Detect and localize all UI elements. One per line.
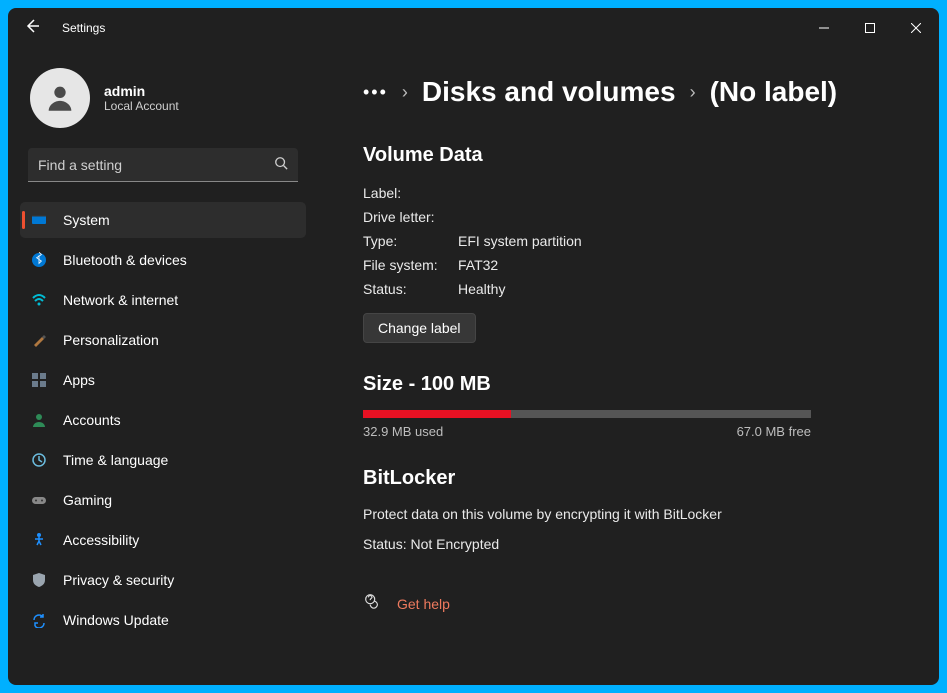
fs-value: FAT32	[458, 257, 909, 273]
user-text: admin Local Account	[104, 83, 179, 113]
nav-item-accessibility[interactable]: Accessibility	[20, 522, 306, 558]
window-controls	[801, 12, 939, 44]
personalization-icon	[30, 331, 48, 349]
user-subtitle: Local Account	[104, 99, 179, 113]
settings-window: Settings admin Local Account	[8, 8, 939, 685]
volume-data-heading: Volume Data	[363, 144, 909, 167]
bitlocker-heading: BitLocker	[363, 467, 909, 490]
nav-item-apps[interactable]: Apps	[20, 362, 306, 398]
chevron-right-icon: ›	[690, 82, 696, 103]
user-name: admin	[104, 83, 179, 99]
nav-item-personalization[interactable]: Personalization	[20, 322, 306, 358]
update-icon	[30, 611, 48, 629]
back-button[interactable]	[24, 18, 40, 38]
search-row	[28, 148, 298, 182]
minimize-button[interactable]	[801, 12, 847, 44]
nav-label: Time & language	[63, 452, 168, 468]
search-icon	[274, 156, 288, 175]
nav-label: System	[63, 212, 110, 228]
usage-bar-fill	[363, 410, 511, 418]
nav-item-accounts[interactable]: Accounts	[20, 402, 306, 438]
volume-data-list: Label: Drive letter: Type: EFI system pa…	[363, 185, 909, 297]
usage-bar	[363, 410, 811, 418]
status-value: Healthy	[458, 281, 909, 297]
fs-key: File system:	[363, 257, 458, 273]
type-key: Type:	[363, 233, 458, 249]
nav-label: Privacy & security	[63, 572, 174, 588]
nav-label: Accessibility	[63, 532, 139, 548]
privacy-icon	[30, 571, 48, 589]
change-label-button[interactable]: Change label	[363, 313, 476, 343]
search-input[interactable]	[28, 148, 298, 182]
breadcrumb-ellipsis[interactable]: •••	[363, 82, 388, 103]
nav-item-time[interactable]: Time & language	[20, 442, 306, 478]
help-icon	[363, 592, 381, 615]
avatar	[30, 68, 90, 128]
used-label: 32.9 MB used	[363, 424, 443, 439]
nav-label: Personalization	[63, 332, 159, 348]
nav-item-privacy[interactable]: Privacy & security	[20, 562, 306, 598]
bitlocker-desc: Protect data on this volume by encryptin…	[363, 506, 909, 522]
accessibility-icon	[30, 531, 48, 549]
size-heading: Size - 100 MB	[363, 373, 909, 396]
nav-label: Apps	[63, 372, 95, 388]
body: admin Local Account System Bluetooth & d…	[8, 48, 939, 685]
help-row[interactable]: Get help	[363, 592, 909, 615]
nav-item-system[interactable]: System	[20, 202, 306, 238]
user-block[interactable]: admin Local Account	[30, 68, 306, 128]
nav-list: System Bluetooth & devices Network & int…	[20, 202, 306, 638]
nav-item-update[interactable]: Windows Update	[20, 602, 306, 638]
nav-item-bluetooth[interactable]: Bluetooth & devices	[20, 242, 306, 278]
help-link[interactable]: Get help	[397, 596, 450, 612]
nav-item-gaming[interactable]: Gaming	[20, 482, 306, 518]
nav-label: Accounts	[63, 412, 121, 428]
system-icon	[30, 211, 48, 229]
status-key: Status:	[363, 281, 458, 297]
network-icon	[30, 291, 48, 309]
content: ••• › Disks and volumes › (No label) Vol…	[318, 48, 939, 685]
time-icon	[30, 451, 48, 469]
breadcrumb: ••• › Disks and volumes › (No label)	[363, 78, 909, 106]
nav-item-network[interactable]: Network & internet	[20, 282, 306, 318]
maximize-button[interactable]	[847, 12, 893, 44]
sidebar: admin Local Account System Bluetooth & d…	[8, 48, 318, 685]
label-value	[458, 185, 909, 201]
nav-label: Gaming	[63, 492, 112, 508]
close-button[interactable]	[893, 12, 939, 44]
chevron-right-icon: ›	[402, 82, 408, 103]
label-key: Label:	[363, 185, 458, 201]
titlebar: Settings	[8, 8, 939, 48]
gaming-icon	[30, 491, 48, 509]
apps-icon	[30, 371, 48, 389]
nav-label: Windows Update	[63, 612, 169, 628]
type-value: EFI system partition	[458, 233, 909, 249]
bitlocker-status: Status: Not Encrypted	[363, 536, 909, 552]
nav-label: Network & internet	[63, 292, 178, 308]
app-title: Settings	[62, 21, 105, 35]
bluetooth-icon	[30, 251, 48, 269]
usage-labels: 32.9 MB used 67.0 MB free	[363, 424, 811, 439]
drive-key: Drive letter:	[363, 209, 458, 225]
titlebar-left: Settings	[24, 18, 105, 38]
accounts-icon	[30, 411, 48, 429]
free-label: 67.0 MB free	[737, 424, 811, 439]
drive-value	[458, 209, 909, 225]
breadcrumb-current: (No label)	[710, 78, 838, 106]
breadcrumb-disks[interactable]: Disks and volumes	[422, 78, 676, 106]
nav-label: Bluetooth & devices	[63, 252, 187, 268]
